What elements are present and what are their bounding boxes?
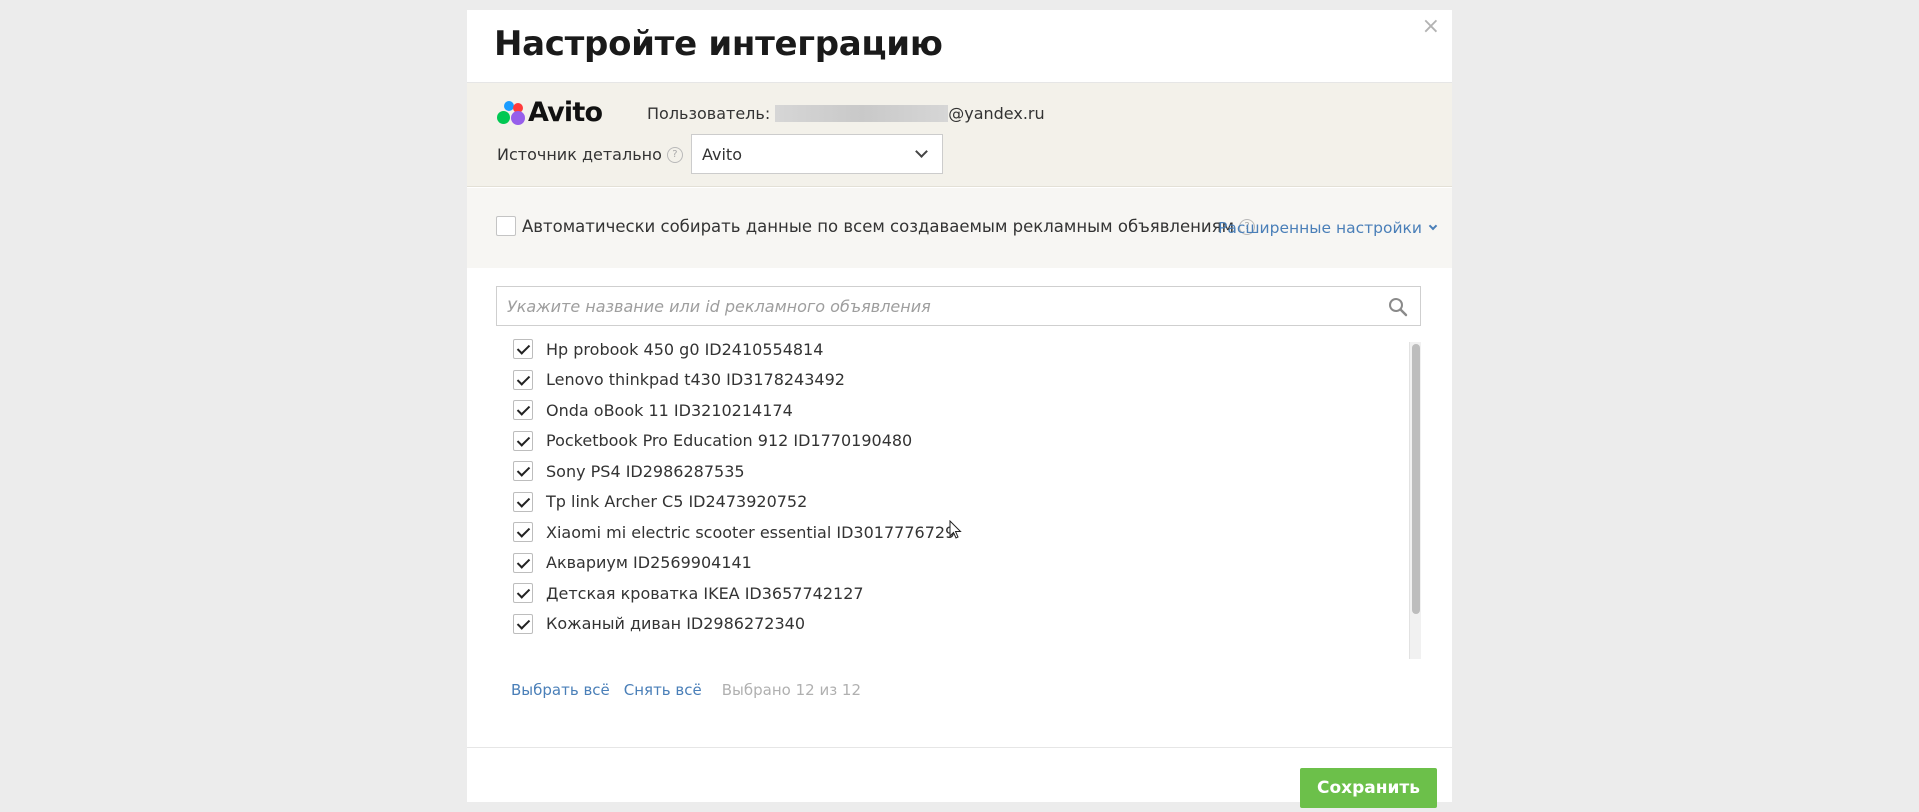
list-item[interactable]: Кожаный диван ID2986272340 [496,609,1421,640]
ad-label: Hp probook 450 g0 ID2410554814 [546,339,824,359]
ad-label: Sony PS4 ID2986287535 [546,461,745,481]
ad-list-container: Hp probook 450 g0 ID2410554814 Lenovo thi… [496,334,1421,659]
search-icon[interactable] [1388,297,1408,317]
integration-modal: Настройте интеграцию × Avito Пользовател… [467,10,1452,808]
ad-label: Xiaomi mi electric scooter essential ID3… [546,522,956,542]
list-item[interactable]: Hp probook 450 g0 ID2410554814 [496,334,1421,365]
user-info: Пользователь: @yandex.ru [647,104,1045,123]
advanced-settings-link[interactable]: Расширенные настройки [1218,219,1438,237]
auto-collect-checkbox[interactable] [496,216,516,236]
ad-checkbox[interactable] [513,369,533,390]
user-label: Пользователь: [647,104,771,123]
source-select[interactable]: Avito [691,134,943,174]
ad-list: Hp probook 450 g0 ID2410554814 Lenovo thi… [496,334,1421,639]
ad-list-scrollbar[interactable] [1409,342,1421,659]
ad-label: Кожаный диван ID2986272340 [546,614,806,634]
selected-count: Выбрано 12 из 12 [721,681,862,699]
modal-header: Настройте интеграцию × [467,10,1452,83]
deselect-all-link[interactable]: Снять всё [624,681,702,699]
list-item[interactable]: Tp link Archer C5 ID2473920752 [496,487,1421,518]
user-email-redacted [775,105,949,122]
source-select-value: Avito [702,144,742,164]
ad-search [496,286,1421,326]
ad-label: Детская кроватка IKEA ID3657742127 [546,583,864,603]
chevron-down-icon [1428,221,1438,231]
ad-label: Pocketbook Pro Education 912 ID177019048… [546,431,913,451]
avito-dots-icon [497,100,525,126]
list-item[interactable]: Pocketbook Pro Education 912 ID177019048… [496,426,1421,457]
help-icon[interactable]: ? [666,146,683,163]
chevron-down-icon [915,145,928,158]
ad-checkbox[interactable] [513,522,533,543]
selection-controls: Выбрать всё Снять всё Выбрано 12 из 12 [511,681,861,699]
ad-label: Onda oBook 11 ID3210214174 [546,400,793,420]
list-item[interactable]: Onda oBook 11 ID3210214174 [496,395,1421,426]
ad-label: Lenovo thinkpad t430 ID3178243492 [546,370,845,390]
modal-title: Настройте интеграцию [494,24,943,64]
advanced-settings-label: Расширенные настройки [1218,219,1422,237]
avito-logo-text: Avito [528,97,603,128]
ad-checkbox[interactable] [513,491,533,512]
ad-checkbox[interactable] [513,583,533,604]
integration-panel: Avito Пользователь: @yandex.ru Источник … [467,83,1452,187]
list-item[interactable]: Sony PS4 ID2986287535 [496,456,1421,487]
ad-checkbox[interactable] [513,613,533,634]
close-icon[interactable]: × [1422,14,1440,40]
scrollbar-thumb[interactable] [1412,344,1420,614]
auto-collect-label: Автоматически собирать данные по всем со… [522,217,1235,236]
ad-checkbox[interactable] [513,461,533,482]
source-detail-label-row: Источник детально ? [497,145,683,164]
ad-checkbox[interactable] [513,339,533,360]
ad-label: Tp link Archer C5 ID2473920752 [546,492,808,512]
list-item[interactable]: Аквариум ID2569904141 [496,548,1421,579]
save-button[interactable]: Сохранить [1300,768,1437,808]
ad-checkbox[interactable] [513,400,533,421]
ad-label: Аквариум ID2569904141 [546,553,752,573]
source-detail-label: Источник детально [497,145,662,164]
avito-logo: Avito [497,97,603,128]
user-email-domain: @yandex.ru [948,104,1045,123]
ad-checkbox[interactable] [513,430,533,451]
list-item[interactable]: Детская кроватка IKEA ID3657742127 [496,578,1421,609]
ad-search-input[interactable] [497,287,1420,325]
auto-collect-label-row: Автоматически собирать данные по всем со… [522,217,1256,236]
auto-collect-panel: Автоматически собирать данные по всем со… [467,188,1452,268]
mouse-cursor-icon [949,520,962,539]
list-item[interactable]: Lenovo thinkpad t430 ID3178243492 [496,365,1421,396]
ad-checkbox[interactable] [513,552,533,573]
select-all-link[interactable]: Выбрать всё [511,681,610,699]
